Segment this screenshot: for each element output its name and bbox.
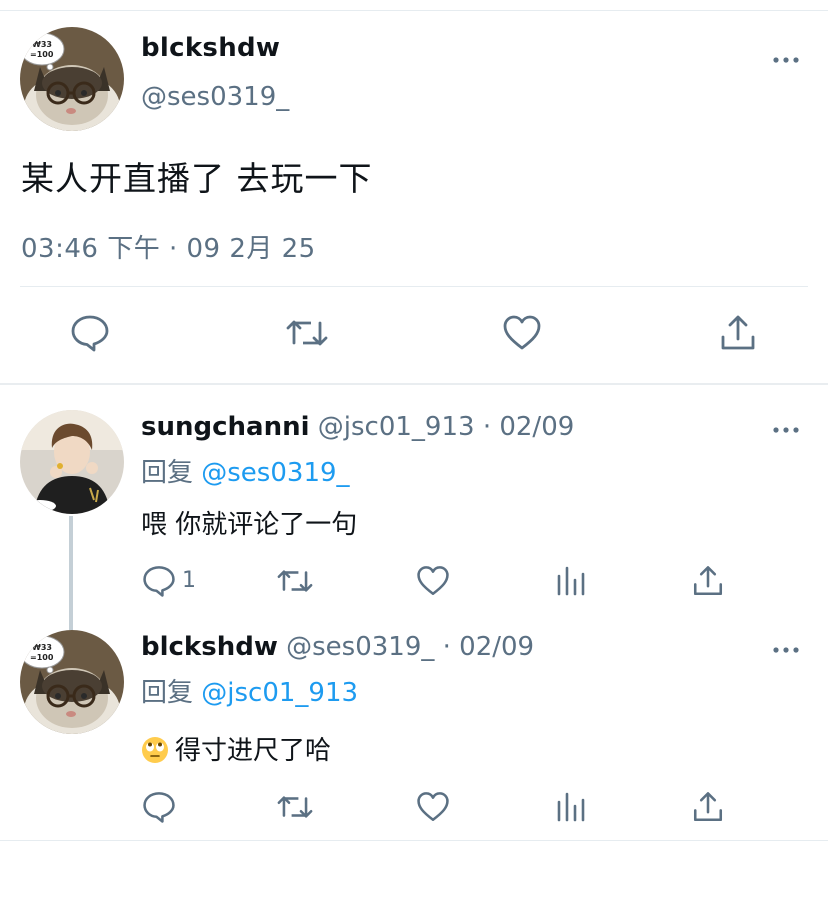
retweet-icon[interactable] bbox=[276, 790, 314, 824]
top-divider bbox=[0, 10, 828, 11]
analytics-icon[interactable] bbox=[554, 790, 588, 824]
reply-icon[interactable] bbox=[142, 790, 176, 824]
replying-to: 回复 @jsc01_913 bbox=[141, 672, 358, 709]
avatar[interactable] bbox=[20, 410, 124, 514]
reply-icon[interactable] bbox=[70, 313, 110, 353]
share-icon[interactable] bbox=[691, 564, 725, 598]
more-options-icon[interactable] bbox=[772, 46, 800, 74]
analytics-icon[interactable] bbox=[554, 564, 588, 598]
bottom-divider bbox=[0, 840, 828, 841]
svg-text:₩33: ₩33 bbox=[32, 643, 52, 652]
display-name[interactable]: blckshdw bbox=[141, 33, 280, 63]
reply-count: 1 bbox=[182, 568, 196, 593]
cat-avatar-icon: ₩33 =100 bbox=[20, 630, 124, 734]
tweet-timestamp[interactable]: 03:46 下午 · 09 2月 25 bbox=[21, 228, 316, 265]
reply-to-prefix: 回复 bbox=[141, 678, 202, 708]
retweet-icon[interactable] bbox=[276, 564, 314, 598]
retweet-icon[interactable] bbox=[285, 313, 328, 353]
reply-icon[interactable] bbox=[142, 564, 176, 598]
replying-to: 回复 @ses0319_ bbox=[141, 452, 350, 489]
share-icon[interactable] bbox=[718, 313, 758, 353]
more-options-icon[interactable] bbox=[772, 416, 800, 444]
svg-text:=100: =100 bbox=[30, 653, 54, 662]
reply-text: 喂 你就评论了一句 bbox=[141, 510, 358, 540]
person-avatar-icon bbox=[20, 410, 124, 514]
cat-avatar-icon: ₩33 =100 bbox=[20, 27, 124, 131]
tweet-text: 某人开直播了 去玩一下 bbox=[21, 159, 373, 198]
divider bbox=[20, 286, 808, 287]
avatar[interactable]: ₩33 =100 bbox=[20, 630, 124, 734]
svg-text:₩33: ₩33 bbox=[32, 40, 52, 49]
reply-header: blckshdw @ses0319_ · 02/09 bbox=[141, 632, 534, 662]
thread-line bbox=[69, 516, 73, 630]
avatar[interactable]: ₩33 =100 bbox=[20, 27, 124, 131]
display-name[interactable]: sungchanni bbox=[141, 412, 310, 442]
reply-to-prefix: 回复 bbox=[141, 458, 202, 488]
display-name[interactable]: blckshdw bbox=[141, 632, 278, 662]
mention-link[interactable]: @jsc01_913 bbox=[201, 678, 358, 708]
user-handle[interactable]: @ses0319_ bbox=[141, 82, 289, 112]
reply-text-row: 得寸进尺了哈 bbox=[141, 730, 331, 767]
reply-meta: @jsc01_913 · 02/09 bbox=[309, 412, 575, 442]
mention-link[interactable]: @ses0319_ bbox=[201, 458, 349, 488]
like-icon[interactable] bbox=[416, 564, 450, 598]
share-icon[interactable] bbox=[691, 790, 725, 824]
like-icon[interactable] bbox=[416, 790, 450, 824]
like-icon[interactable] bbox=[502, 313, 542, 353]
reply-meta: @ses0319_ · 02/09 bbox=[277, 632, 535, 662]
reply-header: sungchanni @jsc01_913 · 02/09 bbox=[141, 412, 574, 442]
more-options-icon[interactable] bbox=[772, 636, 800, 664]
section-divider bbox=[0, 383, 828, 385]
reply-text: 得寸进尺了哈 bbox=[175, 736, 332, 766]
rolling-eyes-emoji-icon bbox=[141, 736, 169, 764]
svg-text:=100: =100 bbox=[30, 50, 54, 59]
